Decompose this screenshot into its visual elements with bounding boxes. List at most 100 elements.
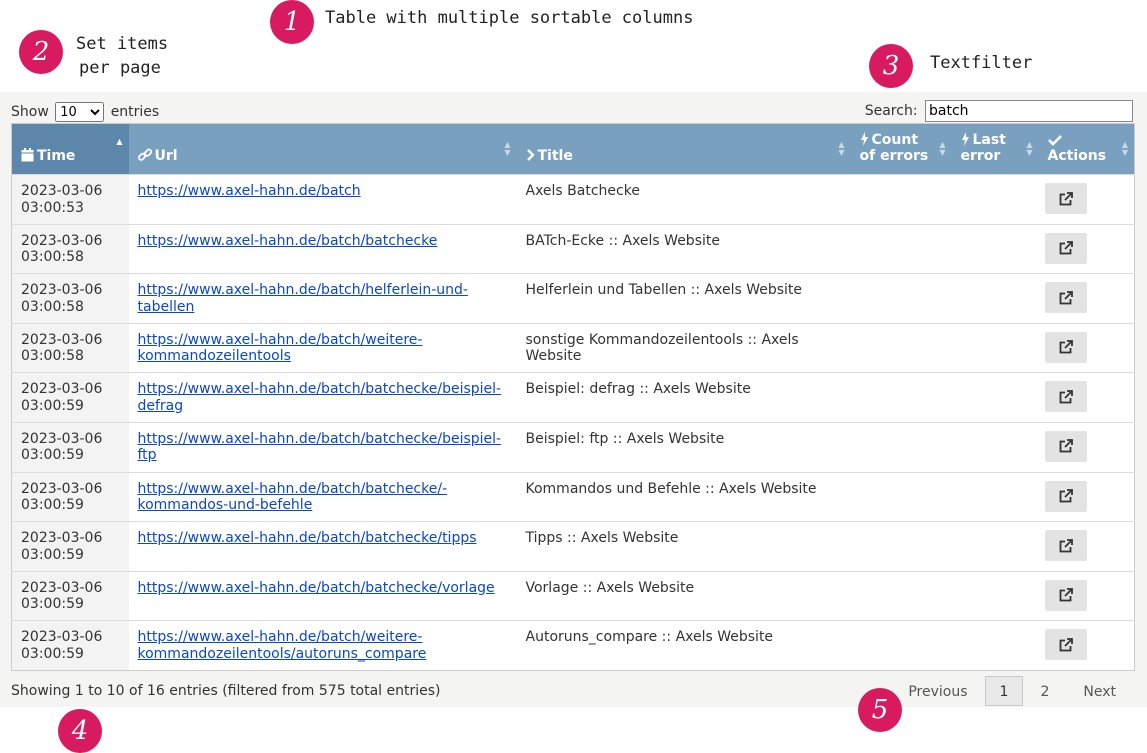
column-header-url[interactable]: Url ▲ ▼ xyxy=(128,123,517,175)
open-details-button[interactable] xyxy=(1044,381,1087,413)
time-date: 2023-03-06 xyxy=(21,480,103,497)
bolt-icon xyxy=(860,132,868,146)
cell-last-error xyxy=(951,273,1039,324)
cell-last-error xyxy=(951,372,1039,423)
url-link[interactable]: https://www.axel-hahn.de/batch/helferlei… xyxy=(138,282,468,315)
cell-last-error xyxy=(951,223,1039,274)
external-link-icon xyxy=(1059,389,1073,404)
cell-url: https://www.axel-hahn.de/batch/batchecke… xyxy=(128,372,517,423)
open-details-button[interactable] xyxy=(1044,480,1087,512)
url-link[interactable]: https://www.axel-hahn.de/batch xyxy=(138,183,361,199)
annotation-text-2a: Set items xyxy=(76,34,169,54)
time-date: 2023-03-06 xyxy=(21,579,103,596)
column-label: Count of errors xyxy=(859,132,929,164)
column-label: Title xyxy=(537,148,573,164)
pagination: Previous 1 2 Next xyxy=(891,676,1133,706)
table-body: 2023-03-06 03:00:53 https://www.axel-hahn.… xyxy=(11,174,1135,671)
external-link-icon xyxy=(1059,191,1073,205)
time-date: 2023-03-06 xyxy=(21,232,103,249)
open-details-button[interactable] xyxy=(1044,530,1087,562)
pagination-next[interactable]: Next xyxy=(1066,676,1133,706)
table-row: 2023-03-06 03:00:59 https://www.axel-hahn.… xyxy=(11,521,1135,572)
url-link[interactable]: https://www.axel-hahn.de/batch/batchecke… xyxy=(138,530,477,546)
open-details-button[interactable] xyxy=(1044,331,1087,363)
pagination-previous[interactable]: Previous xyxy=(891,676,984,706)
time-date: 2023-03-06 xyxy=(21,282,103,299)
cell-title: Tipps :: Axels Website xyxy=(516,521,851,572)
annotation-text-2b: per page xyxy=(79,58,161,78)
cell-actions xyxy=(1038,273,1135,324)
cell-time: 2023-03-06 03:00:59 xyxy=(11,372,129,423)
open-details-button[interactable] xyxy=(1044,579,1087,611)
open-details-button[interactable] xyxy=(1044,232,1087,264)
cell-url: https://www.axel-hahn.de/batch/batchecke… xyxy=(128,421,517,473)
table-info: Showing 1 to 10 of 16 entries (filtered … xyxy=(11,683,441,699)
pagination-page-1[interactable]: 1 xyxy=(984,676,1024,706)
cell-title: Beispiel: defrag :: Axels Website xyxy=(516,372,851,423)
table-row: 2023-03-06 03:00:59 https://www.axel-hahn.… xyxy=(11,620,1135,671)
cell-count-of-errors xyxy=(850,372,952,423)
column-header-count-of-errors[interactable]: Count of errors ▲ ▼ xyxy=(850,123,952,175)
cell-last-error xyxy=(951,570,1039,621)
results-table: Time ▲ Url ▲ ▼ Title ▲ ▼ Count of errors ▲ ▼… xyxy=(11,123,1135,671)
url-link[interactable]: https://www.axel-hahn.de/batch/batchecke xyxy=(138,233,438,249)
check-icon xyxy=(1047,135,1062,146)
annotation-badge-2: 2 xyxy=(19,30,63,74)
cell-time: 2023-03-06 03:00:59 xyxy=(11,570,129,621)
url-link[interactable]: https://www.axel-hahn.de/batch/weitere-k… xyxy=(138,332,423,365)
cell-last-error xyxy=(951,174,1039,225)
external-link-icon xyxy=(1059,489,1073,503)
column-header-actions[interactable]: Actions ▲ ▼ xyxy=(1038,123,1135,175)
time-clock: 03:00:59 xyxy=(21,397,84,414)
time-clock: 03:00:59 xyxy=(21,645,84,662)
open-details-button[interactable] xyxy=(1044,430,1087,462)
calendar-icon xyxy=(21,148,34,162)
open-details-button[interactable] xyxy=(1044,629,1087,661)
cell-title: Autoruns_compare :: Axels Website xyxy=(516,620,851,671)
entries-label: entries xyxy=(110,104,160,120)
url-link[interactable]: https://www.axel-hahn.de/batch/batchecke… xyxy=(138,431,502,464)
url-link[interactable]: https://www.axel-hahn.de/batch/batchecke… xyxy=(138,481,448,514)
search-label: Search: xyxy=(864,103,918,119)
cell-actions xyxy=(1038,174,1135,225)
table-row: 2023-03-06 03:00:58 https://www.axel-hahn.… xyxy=(11,322,1135,373)
pagination-page-2[interactable]: 2 xyxy=(1023,676,1066,706)
table-row: 2023-03-06 03:00:58 https://www.axel-hahn.… xyxy=(11,273,1135,324)
cell-last-error xyxy=(951,471,1039,522)
cell-url: https://www.axel-hahn.de/batch/helferlei… xyxy=(128,273,517,324)
table-row: 2023-03-06 03:00:58 https://www.axel-hahn.… xyxy=(11,223,1135,274)
cell-last-error xyxy=(951,620,1039,671)
url-link[interactable]: https://www.axel-hahn.de/batch/batchecke… xyxy=(138,381,502,414)
cell-time: 2023-03-06 03:00:58 xyxy=(11,223,129,274)
open-details-button[interactable] xyxy=(1044,282,1087,314)
cell-count-of-errors xyxy=(850,570,952,621)
cell-actions xyxy=(1038,322,1135,373)
cell-time: 2023-03-06 03:00:59 xyxy=(11,521,129,572)
page-size-select[interactable]: 10 xyxy=(55,102,105,122)
time-date: 2023-03-06 xyxy=(21,530,103,547)
open-details-button[interactable] xyxy=(1044,183,1087,214)
annotation-area-bottom: 4 5 xyxy=(0,688,1147,753)
column-header-time[interactable]: Time ▲ xyxy=(11,123,129,175)
time-date: 2023-03-06 xyxy=(21,381,103,398)
table-row: 2023-03-06 03:00:59 https://www.axel-hahn.… xyxy=(11,471,1135,522)
column-label: Actions xyxy=(1047,148,1107,164)
time-clock: 03:00:59 xyxy=(21,546,84,563)
column-header-title[interactable]: Title ▲ ▼ xyxy=(516,123,851,175)
cell-count-of-errors xyxy=(850,273,952,324)
time-clock: 03:00:59 xyxy=(21,596,84,613)
time-date: 2023-03-06 xyxy=(21,629,103,646)
sort-indicator: ▲ ▼ xyxy=(838,140,845,157)
cell-title: Axels Batchecke xyxy=(516,174,851,225)
cell-count-of-errors xyxy=(850,421,952,473)
url-link[interactable]: https://www.axel-hahn.de/batch/batchecke… xyxy=(138,580,495,596)
search-input[interactable] xyxy=(925,100,1133,122)
column-header-last-error[interactable]: Last error ▲ ▼ xyxy=(951,123,1039,175)
cell-count-of-errors xyxy=(850,521,952,572)
url-link[interactable]: https://www.axel-hahn.de/batch/weitere-k… xyxy=(138,629,427,662)
cell-url: https://www.axel-hahn.de/batch/batchecke… xyxy=(128,471,517,522)
table-row: 2023-03-06 03:00:59 https://www.axel-hahn.… xyxy=(11,570,1135,621)
cell-count-of-errors xyxy=(850,471,952,522)
external-link-icon xyxy=(1059,637,1073,652)
link-icon xyxy=(137,148,152,161)
